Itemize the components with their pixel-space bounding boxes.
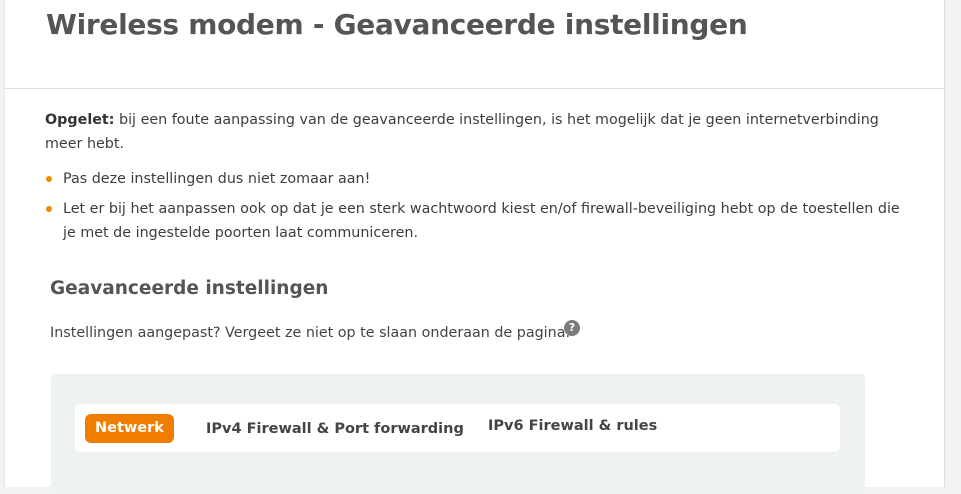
warning-label: Opgelet:	[45, 112, 115, 128]
page-frame: Wireless modem - Geavanceerde instelling…	[4, 0, 945, 494]
section-info-text: Instellingen aangepast? Vergeet ze niet …	[50, 325, 571, 341]
tab-netwerk[interactable]: Netwerk	[85, 414, 174, 443]
tab-ipv6-firewall-rules[interactable]: IPv6 Firewall & rules	[488, 416, 657, 436]
settings-panel: Netwerk IPv4 Firewall & Port forwarding …	[51, 374, 865, 494]
warning-message: Opgelet: bij een foute aanpassing van de…	[45, 108, 905, 156]
bullet-text: Pas deze instellingen dus niet zomaar aa…	[63, 171, 371, 187]
list-item: Pas deze instellingen dus niet zomaar aa…	[45, 167, 915, 191]
bullet-dot-icon	[46, 176, 52, 182]
help-icon[interactable]: ?	[564, 320, 580, 336]
warning-text: bij een foute aanpassing van de geavance…	[45, 112, 879, 152]
tab-bar: Netwerk IPv4 Firewall & Port forwarding …	[75, 404, 840, 452]
bullet-text: Let er bij het aanpassen ook op dat je e…	[63, 201, 900, 241]
tab-ipv4-firewall-port-forwarding[interactable]: IPv4 Firewall & Port forwarding	[206, 419, 464, 439]
bullet-dot-icon	[46, 206, 52, 212]
warning-bullet-list: Pas deze instellingen dus niet zomaar aa…	[45, 167, 915, 251]
page-header: Wireless modem - Geavanceerde instelling…	[5, 0, 944, 89]
page-title: Wireless modem - Geavanceerde instelling…	[46, 8, 748, 41]
page-gutter	[945, 0, 961, 487]
list-item: Let er bij het aanpassen ook op dat je e…	[45, 197, 915, 245]
section-title: Geavanceerde instellingen	[50, 278, 329, 299]
